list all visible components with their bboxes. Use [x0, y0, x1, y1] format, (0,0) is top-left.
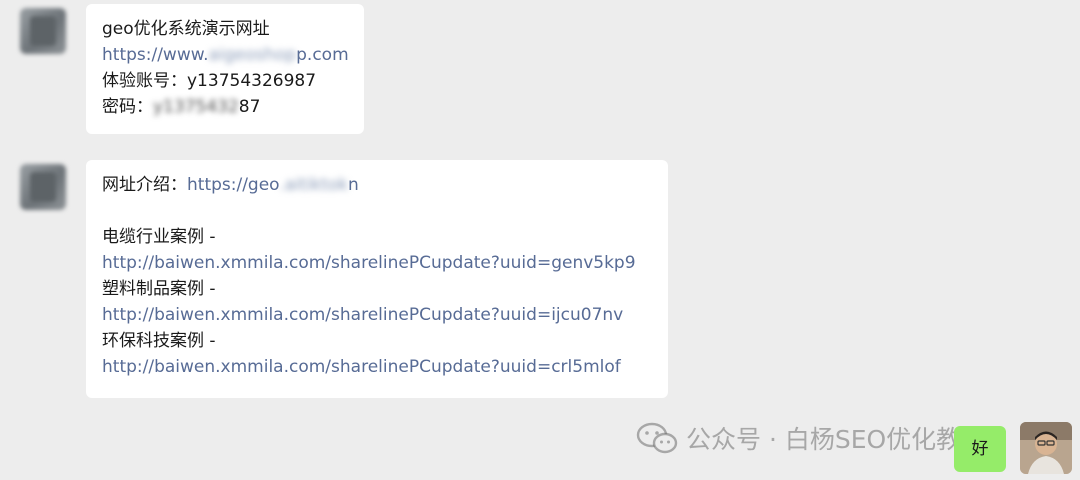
- avatar-photo: [1020, 422, 1072, 474]
- account-text: 体验账号：y13754326987: [102, 71, 317, 91]
- case-link[interactable]: http://baiwen.xmmila.com/sharelinePCupda…: [102, 250, 652, 276]
- redacted-domain: .aitiktok: [279, 175, 348, 195]
- message-text: geo优化系统演示网址: [102, 19, 270, 39]
- link-suffix: p.com: [296, 45, 349, 65]
- case-title: 塑料制品案例 -: [102, 279, 216, 299]
- wechat-icon: [636, 422, 678, 454]
- sent-message-bubble: 好: [954, 426, 1006, 472]
- message-bubble-demo: geo优化系统演示网址 https://www.aigeoshopp.com 体…: [86, 4, 364, 134]
- demo-site-link[interactable]: https://www.aigeoshopp.com: [102, 42, 349, 68]
- message-bubble-cases: 网址介绍：https://geo.aitiktokn 电缆行业案例 - http…: [86, 160, 668, 398]
- intro-label: 网址介绍：: [102, 175, 187, 195]
- redacted-domain: aigeoshop: [208, 45, 297, 65]
- password-line: 密码：y137543287: [102, 94, 348, 120]
- redacted-password: y1375432: [153, 97, 239, 117]
- link-prefix: https://www.: [102, 45, 209, 65]
- intro-link[interactable]: https://geo.aitiktokn: [187, 175, 359, 195]
- my-avatar[interactable]: [1020, 422, 1072, 474]
- case-title: 电缆行业案例 -: [102, 227, 216, 247]
- watermark: 公众号 · 白杨SEO优化教程: [636, 418, 986, 458]
- contact-avatar[interactable]: [20, 8, 66, 54]
- password-label: 密码：: [102, 97, 153, 117]
- intro-line: 网址介绍：https://geo.aitiktokn: [102, 172, 652, 198]
- sent-message-text: 好: [971, 439, 989, 459]
- password-suffix: 87: [238, 97, 261, 117]
- contact-avatar[interactable]: [20, 164, 66, 210]
- case-title: 环保科技案例 -: [102, 331, 216, 351]
- watermark-text: 公众号 · 白杨SEO优化教程: [686, 425, 987, 454]
- case-link[interactable]: http://baiwen.xmmila.com/sharelinePCupda…: [102, 354, 652, 380]
- case-link[interactable]: http://baiwen.xmmila.com/sharelinePCupda…: [102, 302, 652, 328]
